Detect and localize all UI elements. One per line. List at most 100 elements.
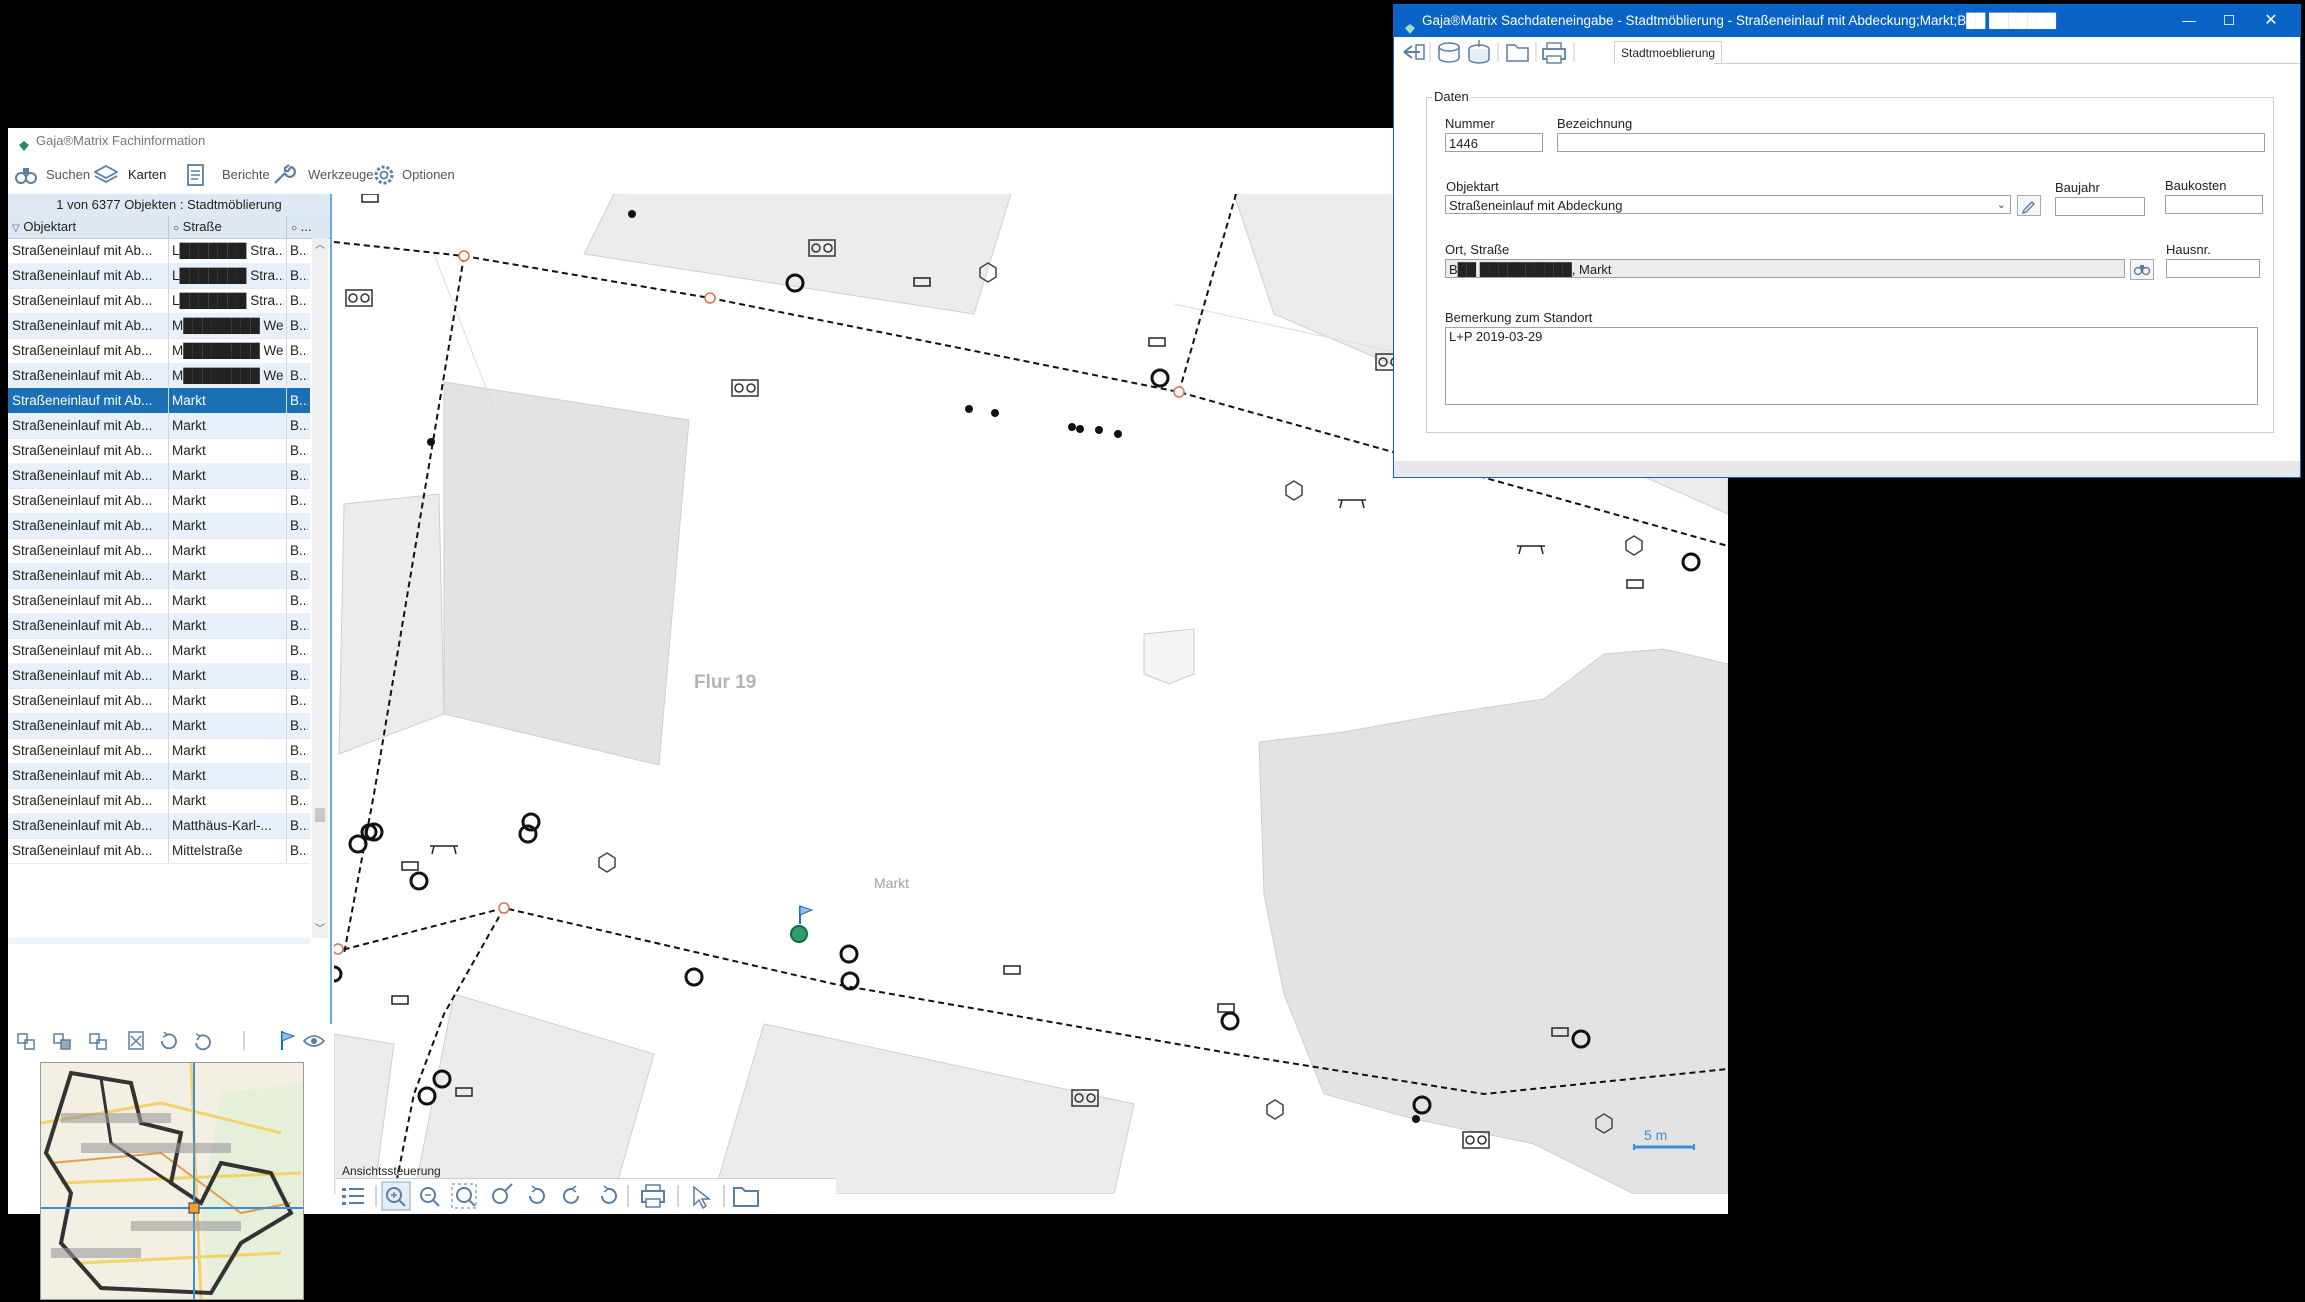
list-row[interactable]: Straßeneinlauf mit Ab... L███████ Stra...… xyxy=(8,288,310,314)
exit-icon[interactable] xyxy=(1403,44,1425,60)
list-row[interactable]: Straßeneinlauf mit Ab... Markt B... xyxy=(8,663,310,689)
bemerkung-textarea[interactable]: L+P 2019-03-29 xyxy=(1445,327,2258,405)
zoom-selection-icon[interactable] xyxy=(492,1183,513,1204)
list-row[interactable]: Straßeneinlauf mit Ab... Markt B... xyxy=(8,638,310,664)
list-row[interactable]: Straßeneinlauf mit Ab... M████████ Weg B..… xyxy=(8,338,310,364)
row-separator xyxy=(286,338,287,363)
list-row[interactable]: Straßeneinlauf mit Ab... Markt B... xyxy=(8,413,310,439)
refresh-map-icon[interactable] xyxy=(529,1185,545,1204)
bemerkung-label: Bemerkung zum Standort xyxy=(1445,310,1593,325)
bezeichnung-field[interactable] xyxy=(1557,133,2265,152)
column-header-objektart[interactable]: ▽ Objektart xyxy=(12,216,168,238)
minimize-button[interactable]: — xyxy=(2174,5,2204,37)
baukosten-field[interactable] xyxy=(2165,195,2263,214)
list-row[interactable]: Straßeneinlauf mit Ab... M████████ Weg B..… xyxy=(8,313,310,339)
objektart-label: Objektart xyxy=(1446,179,1499,194)
select-remove-icon[interactable] xyxy=(89,1033,107,1050)
list-row[interactable]: Straßeneinlauf mit Ab... Markt B... xyxy=(8,588,310,614)
list-row[interactable]: Straßeneinlauf mit Ab... L███████ Stra...… xyxy=(8,263,310,289)
list-row[interactable]: Straßeneinlauf mit Ab... Markt B... xyxy=(8,538,310,564)
list-row[interactable]: Straßeneinlauf mit Ab... Mittelstraße B... xyxy=(8,838,310,864)
edit-objektart-button[interactable] xyxy=(2017,195,2041,216)
list-row[interactable]: Straßeneinlauf mit Ab... Markt B... xyxy=(8,788,310,814)
maximize-icon: ☐ xyxy=(2222,13,2236,28)
column-header-strasse[interactable]: ○ Straße xyxy=(168,216,289,238)
dialog-title-bar: Gaja®Matrix Sachdateneingabe - Stadtmöbl… xyxy=(1394,5,2300,37)
list-row[interactable]: Straßeneinlauf mit Ab... Markt B... xyxy=(8,763,310,789)
tools-button[interactable]: Werkzeuge xyxy=(272,163,374,187)
data-group-label: Daten xyxy=(1432,89,1471,104)
list-row[interactable]: Straßeneinlauf mit Ab... L███████ Stra...… xyxy=(8,238,310,264)
overview-map[interactable] xyxy=(40,1062,304,1300)
reports-button[interactable]: Berichte xyxy=(184,163,274,187)
undo-icon[interactable] xyxy=(195,1033,211,1051)
row-strasse: Markt xyxy=(172,793,206,808)
row-separator xyxy=(168,363,169,388)
maps-label: Karten xyxy=(128,167,167,182)
options-button[interactable]: Optionen xyxy=(372,163,472,187)
ort-strasse-field[interactable]: B██ ██████████, Markt xyxy=(1445,259,2125,278)
row-objektart: Straßeneinlauf mit Ab... xyxy=(12,493,153,508)
list-row[interactable]: Straßeneinlauf mit Ab... M████████ Weg B..… xyxy=(8,363,310,389)
list-scrollbar[interactable]: ︿ ﹀ xyxy=(312,238,328,938)
list-row[interactable]: Straßeneinlauf mit Ab... Markt B... xyxy=(8,688,310,714)
objektart-value: Straßeneinlauf mit Abdeckung xyxy=(1449,198,1623,213)
search-address-button[interactable] xyxy=(2130,259,2154,280)
row-separator xyxy=(286,463,287,488)
forward-view-icon[interactable] xyxy=(601,1185,617,1204)
search-button[interactable]: Suchen xyxy=(14,163,94,187)
maximize-button[interactable]: ☐ xyxy=(2214,5,2244,37)
column-header-objektart-label: Objektart xyxy=(23,219,77,234)
flag-icon[interactable] xyxy=(281,1031,296,1050)
back-view-icon[interactable] xyxy=(563,1185,579,1204)
row-separator xyxy=(286,663,287,688)
list-row[interactable]: Straßeneinlauf mit Ab... Matthäus-Karl-..… xyxy=(8,813,310,839)
nummer-field[interactable]: 1446 xyxy=(1445,133,1543,152)
print-icon[interactable] xyxy=(1542,42,1566,64)
folder-icon[interactable] xyxy=(1506,44,1529,62)
list-row[interactable]: Straßeneinlauf mit Ab... Markt B... xyxy=(8,738,310,764)
row-separator xyxy=(168,413,169,438)
row-separator xyxy=(168,813,169,838)
print-icon[interactable] xyxy=(641,1184,665,1208)
select-all-icon[interactable] xyxy=(17,1033,35,1050)
scroll-up-arrow[interactable]: ︿ xyxy=(312,238,328,254)
save-database-icon[interactable] xyxy=(1438,42,1460,63)
eye-icon[interactable] xyxy=(302,1035,326,1047)
refresh-icon[interactable] xyxy=(161,1031,177,1050)
select-cursor-icon[interactable] xyxy=(693,1185,712,1210)
select-add-icon[interactable] xyxy=(53,1033,71,1050)
scroll-thumb[interactable] xyxy=(315,808,325,822)
maps-button[interactable]: Karten xyxy=(93,163,184,187)
row-separator xyxy=(168,438,169,463)
tab-stadtmoeblierung[interactable]: Stadtmoeblierung xyxy=(1614,41,1723,64)
list-row[interactable]: Straßeneinlauf mit Ab... Markt B... xyxy=(8,563,310,589)
zoom-in-icon[interactable] xyxy=(381,1181,411,1211)
hausnr-field[interactable] xyxy=(2166,259,2260,278)
scroll-down-arrow[interactable]: ﹀ xyxy=(312,922,328,938)
list-row[interactable]: Straßeneinlauf mit Ab... Markt B... xyxy=(8,713,310,739)
list-row[interactable]: Straßeneinlauf mit Ab... Markt B... xyxy=(8,388,310,414)
list-icon[interactable] xyxy=(342,1188,364,1205)
list-row[interactable]: Straßeneinlauf mit Ab... Markt B... xyxy=(8,513,310,539)
row-strasse: Markt xyxy=(172,743,206,758)
load-database-icon[interactable] xyxy=(1468,40,1490,64)
dialog-body: Daten Nummer 1446 Bezeichnung Objektart … xyxy=(1394,67,2300,477)
list-row[interactable]: Straßeneinlauf mit Ab... Markt B... xyxy=(8,463,310,489)
row-separator xyxy=(168,688,169,713)
zoom-out-icon[interactable] xyxy=(420,1187,440,1207)
list-row[interactable]: Straßeneinlauf mit Ab... Markt B... xyxy=(8,613,310,639)
folder-icon[interactable] xyxy=(733,1187,759,1207)
baujahr-field[interactable] xyxy=(2055,197,2145,216)
row-separator xyxy=(286,263,287,288)
zoom-extent-icon[interactable] xyxy=(451,1183,477,1209)
row-separator xyxy=(168,788,169,813)
column-header-strasse-label: Straße xyxy=(182,219,222,234)
list-row[interactable]: Straßeneinlauf mit Ab... Markt B... xyxy=(8,438,310,464)
close-button[interactable]: ✕ xyxy=(2256,5,2286,37)
delete-filter-icon[interactable] xyxy=(128,1031,144,1050)
list-row[interactable]: Straßeneinlauf mit Ab... Markt B... xyxy=(8,488,310,514)
objektart-select[interactable]: Straßeneinlauf mit Abdeckung ⌄ xyxy=(1445,195,2011,214)
row-objektart: Straßeneinlauf mit Ab... xyxy=(12,843,153,858)
column-header-more[interactable]: ○ ... xyxy=(286,216,331,238)
